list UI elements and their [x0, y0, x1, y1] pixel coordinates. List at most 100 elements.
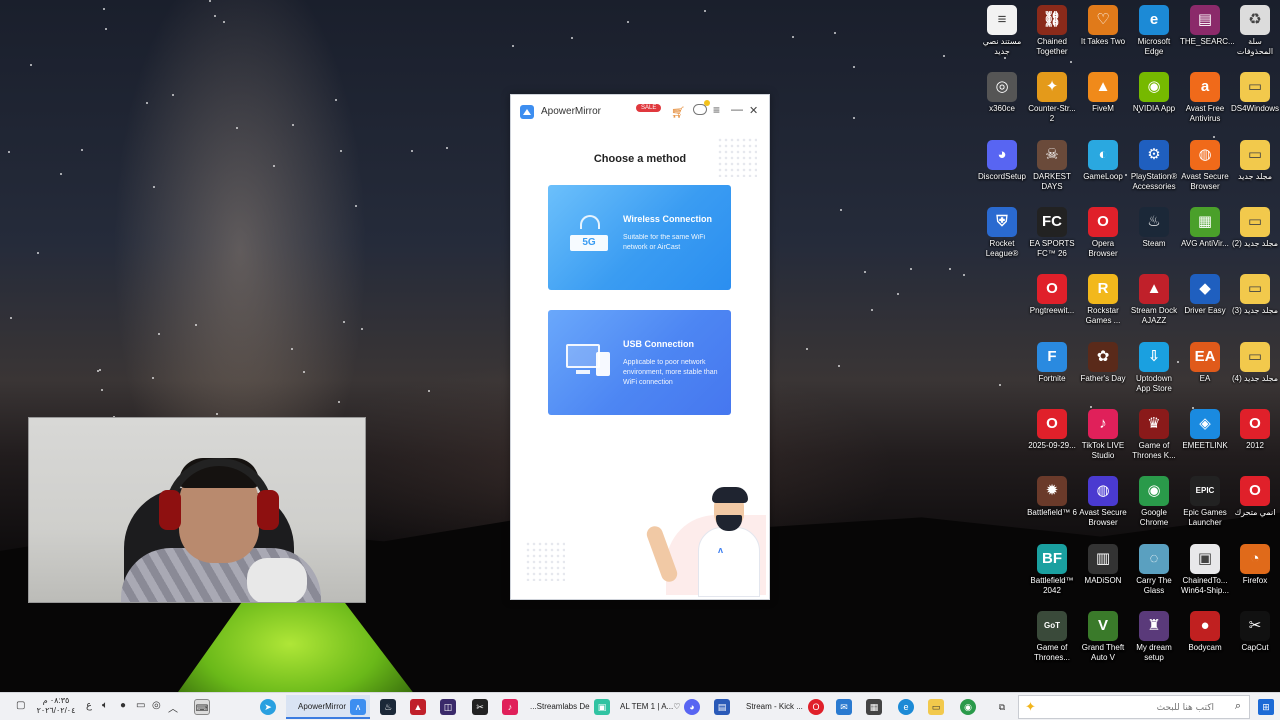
desktop-shortcut[interactable]: O 2025-09-29... [1027, 409, 1077, 451]
desktop-shortcut[interactable]: ⚙ PlayStation® Accessories [1129, 140, 1179, 192]
desktop-shortcut[interactable]: ✦ Counter-Str... 2 [1027, 72, 1077, 124]
stream-dock-icon[interactable]: ▲ [410, 699, 426, 715]
desktop-shortcut[interactable]: ✂ CapCut [1230, 611, 1280, 653]
desktop-shortcut[interactable]: ◍ Avast Secure Browser [1180, 140, 1230, 192]
desktop-shortcut[interactable]: ✿ Father's Day [1078, 342, 1128, 384]
minimize-icon[interactable]: — [731, 102, 743, 116]
desktop-shortcut[interactable]: ◆ Driver Easy [1180, 274, 1230, 316]
desktop-shortcut[interactable]: ♜ My dream setup [1129, 611, 1179, 663]
desktop-shortcut[interactable]: ▭ مجلد جديد (4) [1230, 342, 1280, 384]
desktop-shortcut[interactable]: F Fortnite [1027, 342, 1077, 384]
taskbar-app-apowermirror[interactable]: ApowerMirror ᴧ [286, 695, 370, 719]
feedback-icon[interactable] [693, 100, 710, 115]
desktop-shortcut[interactable]: ▣ ChainedTo... Win64-Ship... [1180, 544, 1230, 596]
desktop-shortcut[interactable]: ▲ FiveM [1078, 72, 1128, 114]
chrome-icon[interactable]: ◉ [960, 699, 976, 715]
desktop-shortcut[interactable]: ◌ Carry The Glass [1129, 544, 1179, 596]
desktop-shortcut[interactable]: FC EA SPORTS FC™ 26 [1027, 207, 1077, 259]
cart-icon[interactable]: 🛒︎ [671, 106, 685, 119]
text-document-icon: ≡ [987, 5, 1017, 35]
task-view-icon[interactable]: ⧉ [994, 699, 1010, 715]
desktop-shortcut[interactable]: ▭ مجلد جديد (2) [1230, 207, 1280, 249]
desktop-shortcut[interactable]: ✹ Battlefield™ 6 [1027, 476, 1077, 518]
window-titlebar[interactable]: ApowerMirror SALE 🛒︎ ≡ — ✕ [511, 95, 769, 129]
input-language-indicator[interactable]: ع [86, 700, 92, 711]
desktop-shortcut[interactable]: ☠ DARKEST DAYS [1027, 140, 1077, 192]
desktop-shortcut[interactable]: ● Bodycam [1180, 611, 1230, 653]
desktop-shortcut[interactable]: ◉ Google Chrome [1129, 476, 1179, 528]
desktop-shortcut[interactable]: ▦ AVG AntiVir... [1180, 207, 1230, 249]
taskbar-app-opera-kick[interactable]: Stream - Kick ... O [746, 695, 826, 719]
desktop-shortcut[interactable]: ♛ Game of Thrones K... [1129, 409, 1179, 461]
desktop-shortcut[interactable]: EPIC Epic Games Launcher [1180, 476, 1230, 528]
desktop-shortcut-label: Pngtreewit... [1029, 306, 1075, 315]
document-app-icon[interactable]: ▤ [714, 699, 730, 715]
desktop-shortcut[interactable]: ♨ Steam [1129, 207, 1179, 249]
desktop-shortcut[interactable]: ▲ Stream Dock AJAZZ [1129, 274, 1179, 326]
desktop-shortcut[interactable]: ◍ Avast Secure Browser [1078, 476, 1128, 528]
driver-easy-icon: ◆ [1190, 274, 1220, 304]
desktop-shortcut-label: Battlefield™ 2042 [1030, 576, 1074, 595]
clock[interactable]: ٠٨:٣٥ م ٢٠٢٦/٠٢/٠٤ [36, 696, 76, 716]
desktop-shortcut[interactable]: ◈ EMEETLINK [1180, 409, 1230, 451]
desktop-shortcut[interactable]: e Microsoft Edge [1129, 5, 1179, 57]
monitor-shape [566, 344, 600, 368]
desktop-shortcut[interactable]: ▭ DS4Windows [1230, 72, 1280, 114]
desktop-shortcut[interactable]: ▭ مجلد جديد (3) [1230, 274, 1280, 316]
desktop-shortcut[interactable]: ♻ سلة المحذوفات [1230, 5, 1280, 57]
sale-badge[interactable]: SALE [636, 104, 662, 112]
start-button-windows-icon[interactable]: ⊞ [1258, 699, 1274, 715]
desktop-shortcut[interactable]: ⛨ Rocket League® [977, 207, 1027, 259]
taskbar-app-discord[interactable]: AL TEM 1 | A...♡ ◕ [620, 695, 704, 719]
notification-center-icon[interactable]: ▢ [16, 700, 25, 711]
desktop-shortcut[interactable]: ▤ THE_SEARC... [1180, 5, 1235, 47]
steam-icon[interactable]: ♨ [380, 699, 396, 715]
network-icon[interactable]: ▭ [136, 700, 145, 711]
desktop-shortcut[interactable]: ◔ Firefox [1230, 544, 1280, 586]
desktop-shortcut[interactable]: GoT Game of Thrones... [1027, 611, 1077, 663]
edge-icon[interactable]: e [898, 699, 914, 715]
telegram-icon[interactable]: ➤ [260, 699, 276, 715]
desktop-shortcut[interactable]: O 2012 [1230, 409, 1280, 451]
search-box[interactable]: ✦ ⌕ [1018, 695, 1250, 719]
desktop-shortcut[interactable]: ▥ MADiSON [1078, 544, 1128, 586]
desktop-shortcut[interactable]: ⇩ Uptodown App Store [1129, 342, 1179, 394]
desktop-shortcut[interactable]: BF Battlefield™ 2042 [1027, 544, 1077, 596]
desktop-shortcut[interactable]: ◉ NVIDIA App [1129, 72, 1179, 114]
desktop-shortcut[interactable]: O Opera Browser [1078, 207, 1128, 259]
desktop-shortcut[interactable]: ◕ DiscordSetup [977, 140, 1027, 182]
desktop-shortcut[interactable]: ⛓ Chained Together [1027, 5, 1077, 57]
file-explorer-icon[interactable]: ▭ [928, 699, 944, 715]
desktop-shortcut[interactable]: ♪ TikTok LIVE Studio [1078, 409, 1128, 461]
show-hidden-icons-chevron-icon[interactable]: ︿ [168, 700, 178, 715]
screen-recorder-icon[interactable]: ◫ [440, 699, 456, 715]
microphone-icon[interactable]: ● [120, 700, 126, 711]
capcut-icon[interactable]: ✂ [472, 699, 488, 715]
volume-icon[interactable]: 🔈︎ [102, 700, 108, 711]
taskbar-app-streamlabs[interactable]: ...Streamlabs De ▣ [530, 695, 612, 719]
tiktok-icon[interactable]: ♪ [502, 699, 518, 715]
calculator-icon[interactable]: ▦ [866, 699, 882, 715]
desktop-shortcut[interactable]: O انمي متحرك [1230, 476, 1280, 518]
usb-connection-card[interactable]: USB Connection Applicable to poor networ… [548, 310, 731, 415]
mail-icon[interactable]: ✉ [836, 699, 852, 715]
desktop-shortcut[interactable]: ≡ مستند نصي جديد [977, 5, 1027, 57]
keyboard-icon[interactable]: ⌨ [194, 699, 210, 715]
desktop-shortcut[interactable]: R Rockstar Games ... [1078, 274, 1128, 326]
menu-icon[interactable]: ≡ [713, 103, 720, 117]
fivem-icon: ▲ [1088, 72, 1118, 102]
close-icon[interactable]: ✕ [749, 104, 758, 117]
desktop-shortcut[interactable]: EA EA [1180, 342, 1230, 384]
desktop-shortcut[interactable]: ▭ مجلد جديد [1230, 140, 1280, 182]
wireless-connection-card[interactable]: 5G Wireless Connection Suitable for the … [548, 185, 731, 290]
desktop-shortcut[interactable]: ♡ It Takes Two [1078, 5, 1128, 47]
desktop-shortcut[interactable]: a Avast Free Antivirus [1180, 72, 1230, 124]
desktop-shortcut[interactable]: V Grand Theft Auto V [1078, 611, 1128, 663]
taskbar-app-label: ...Streamlabs De [530, 702, 590, 711]
firefox-icon: ◔ [1240, 544, 1270, 574]
desktop-shortcut[interactable]: O Pngtreewit... [1027, 274, 1077, 316]
device-icon[interactable]: ◎ [152, 700, 161, 711]
search-input[interactable] [1049, 700, 1214, 716]
desktop-shortcut[interactable]: ◎ x360ce [977, 72, 1027, 114]
desktop-shortcut[interactable]: ◐ GameLoop [1078, 140, 1128, 182]
